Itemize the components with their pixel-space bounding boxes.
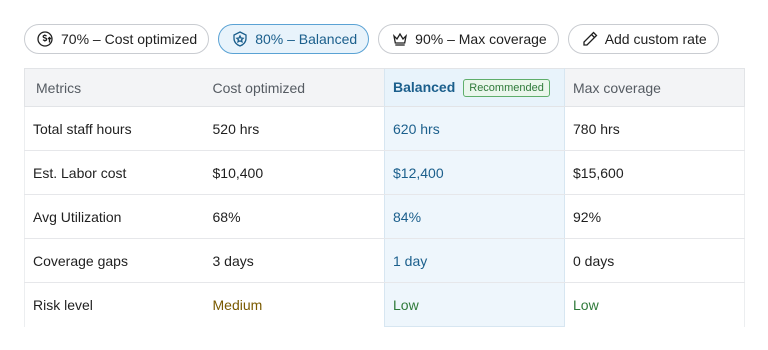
shield-star-icon	[231, 30, 249, 48]
chip-label: 90% – Max coverage	[415, 31, 547, 47]
balanced-value: $12,400	[384, 150, 565, 195]
max-risk-value: Low	[564, 282, 745, 327]
table-row: Est. Labor cost $10,400 $12,400 $15,600	[24, 150, 745, 195]
table-header-row: Metrics Cost optimized Balanced Recommend…	[24, 68, 745, 107]
cost-value: $10,400	[204, 150, 385, 195]
cost-value: 520 hrs	[204, 106, 385, 151]
balanced-value: 620 hrs	[384, 106, 565, 151]
coverage-rate-chips: 70% – Cost optimized 80% – Balanced 90% …	[24, 24, 719, 54]
table-row: Risk level Medium Low Low	[24, 282, 745, 327]
header-balanced-label: Balanced	[393, 78, 456, 95]
balanced-value: 1 day	[384, 238, 565, 283]
chip-balanced[interactable]: 80% – Balanced	[218, 24, 370, 54]
cost-risk-value: Medium	[212, 296, 263, 313]
metric-label: Total staff hours	[24, 106, 205, 151]
max-value: 0 days	[564, 238, 745, 283]
crown-icon	[391, 30, 409, 48]
balanced-value: 84%	[384, 194, 565, 239]
chip-label: 80% – Balanced	[255, 31, 358, 47]
header-cost-optimized: Cost optimized	[204, 68, 385, 107]
metric-label: Avg Utilization	[24, 194, 205, 239]
chip-max-coverage[interactable]: 90% – Max coverage	[378, 24, 559, 54]
max-value: 780 hrs	[564, 106, 745, 151]
cost-value: 3 days	[204, 238, 385, 283]
balanced-risk-value: Low	[384, 282, 565, 327]
table-row: Avg Utilization 68% 84% 92%	[24, 194, 745, 239]
dollar-trend-icon	[37, 30, 55, 48]
metric-label: Risk level	[24, 282, 205, 327]
header-max-coverage: Max coverage	[564, 68, 745, 107]
metric-label: Coverage gaps	[24, 238, 205, 283]
cost-value: 68%	[204, 194, 385, 239]
max-value: $15,600	[564, 150, 745, 195]
table-row: Coverage gaps 3 days 1 day 0 days	[24, 238, 745, 283]
chip-cost-optimized[interactable]: 70% – Cost optimized	[24, 24, 210, 54]
comparison-table: Metrics Cost optimized Balanced Recommend…	[24, 68, 745, 327]
header-metrics: Metrics	[24, 68, 205, 107]
header-balanced: Balanced Recommended	[384, 68, 565, 107]
table-row: Total staff hours 520 hrs 620 hrs 780 hr…	[24, 106, 745, 151]
max-value: 92%	[564, 194, 745, 239]
chip-label: Add custom rate	[604, 31, 707, 47]
chip-label: 70% – Cost optimized	[61, 31, 198, 47]
pencil-icon	[581, 30, 599, 48]
metric-label: Est. Labor cost	[24, 150, 205, 195]
recommended-badge: Recommended	[463, 78, 550, 97]
chip-add-custom-rate[interactable]: Add custom rate	[567, 24, 719, 54]
